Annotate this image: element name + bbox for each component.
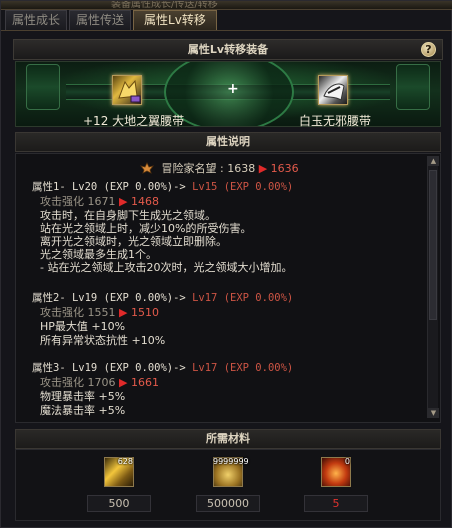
attr2-head-row: 属性2- Lv19 (EXP 0.00%)-> Lv17 (EXP 0.00%) bbox=[32, 292, 293, 305]
attr2-head: 属性2- Lv19 (EXP 0.00%)-> bbox=[32, 292, 186, 304]
attr1-head: 属性1- Lv20 (EXP 0.00%)-> bbox=[32, 181, 186, 193]
attr2-arrow-icon: ▶ bbox=[119, 306, 128, 319]
fame-to: 1636 bbox=[270, 162, 299, 175]
material-count: 500 bbox=[87, 495, 151, 512]
adventurer-fame-row: 冒险家名望 : 1638 ▶ 1636 bbox=[140, 160, 299, 176]
golden-wing-belt-icon[interactable] bbox=[112, 75, 142, 105]
attr1-stat-new: 1468 bbox=[130, 195, 159, 208]
material-badge: 0 bbox=[344, 457, 350, 466]
attr1-line: 站在光之领域上时，减少10%的所受伤害。 bbox=[40, 222, 252, 235]
window-title-strip: 装备属性成长/传送/转移 bbox=[1, 1, 452, 10]
attr3-line: 魔法暴击率 +5% bbox=[40, 404, 126, 417]
gold-crystal-icon[interactable]: 628 bbox=[104, 457, 134, 487]
fame-arrow-icon: ▶ bbox=[258, 162, 268, 175]
attr3-stat-new: 1661 bbox=[130, 376, 159, 389]
attr3-target: Lv17 (EXP 0.00%) bbox=[185, 362, 294, 374]
scroll-down-icon[interactable]: ▼ bbox=[428, 408, 439, 418]
attr2-stat-new: 1510 bbox=[130, 306, 159, 319]
material-badge: 628 bbox=[117, 457, 133, 466]
attr1-stat-row: 攻击强化 1671 ▶ 1468 bbox=[40, 195, 159, 208]
attr2-stat-row: 攻击强化 1551 ▶ 1510 bbox=[40, 306, 159, 319]
attr3-stat-row: 攻击强化 1706 ▶ 1661 bbox=[40, 376, 159, 389]
materials-header: 所需材料 bbox=[15, 429, 441, 449]
fame-label: 冒险家名望 : bbox=[161, 162, 228, 175]
attribute-desc-panel: 冒险家名望 : 1638 ▶ 1636 属性1- Lv20 (EXP 0.00%… bbox=[15, 153, 441, 423]
fame-from: 1638 bbox=[227, 162, 256, 175]
help-icon[interactable]: ? bbox=[421, 42, 436, 57]
scroll-thumb[interactable] bbox=[429, 170, 437, 320]
attr1-line: 光之领域最多生成1个。 bbox=[40, 248, 157, 261]
scroll-up-icon[interactable]: ▲ bbox=[428, 156, 439, 166]
attr1-arrow-icon: ▶ bbox=[119, 195, 128, 208]
attr2-target: Lv17 (EXP 0.00%) bbox=[185, 292, 294, 304]
tab-attribute-growth[interactable]: 属性成长 bbox=[5, 10, 68, 30]
source-item-label: 大地之翼腰带 bbox=[112, 114, 185, 128]
attr1-stat-label: 攻击强化 1671 bbox=[40, 195, 116, 208]
attr3-head: 属性3- Lv19 (EXP 0.00%)-> bbox=[32, 362, 186, 374]
material-count: 5 bbox=[304, 495, 368, 512]
plus-sign: + bbox=[227, 81, 239, 97]
material-count: 500000 bbox=[196, 495, 260, 512]
attr3-arrow-icon: ▶ bbox=[119, 376, 128, 389]
attr1-line: 离开光之领域时，光之领域立即删除。 bbox=[40, 235, 227, 248]
transfer-equipment-header: 属性Lv转移装备 ? bbox=[13, 39, 443, 60]
attr2-line: HP最大值 +10% bbox=[40, 320, 126, 333]
attr1-target: Lv15 (EXP 0.00%) bbox=[185, 181, 294, 193]
attr2-line: 所有异常状态抗性 +10% bbox=[40, 334, 166, 347]
header-title: 属性Lv转移装备 bbox=[187, 43, 269, 56]
desc-scrollbar[interactable]: ▲ ▼ bbox=[427, 156, 439, 418]
attribute-transfer-window: 装备属性成长/传送/转移 属性成长 属性传送 属性Lv转移 属性Lv转移装备 ?… bbox=[0, 0, 452, 528]
tab-attribute-send[interactable]: 属性传送 bbox=[69, 10, 132, 30]
tab-attribute-lv-transfer[interactable]: 属性Lv转移 bbox=[133, 10, 217, 31]
attr1-head-row: 属性1- Lv20 (EXP 0.00%)-> Lv15 (EXP 0.00%) bbox=[32, 181, 293, 194]
attribute-desc-header: 属性说明 bbox=[15, 132, 441, 152]
white-jade-belt-icon[interactable] bbox=[318, 75, 348, 105]
attr3-head-row: 属性3- Lv19 (EXP 0.00%)-> Lv17 (EXP 0.00%) bbox=[32, 362, 293, 375]
tab-bar: 属性成长 属性传送 属性Lv转移 bbox=[5, 10, 449, 31]
attr1-line: 攻击时，在自身脚下生成光之领域。 bbox=[40, 209, 216, 222]
attr2-stat-label: 攻击强化 1551 bbox=[40, 306, 116, 319]
tab-divider bbox=[1, 30, 452, 31]
source-item-name: +12 大地之翼腰带 bbox=[83, 112, 184, 129]
attr3-line: 物理暴击率 +5% bbox=[40, 390, 126, 403]
window-title: 装备属性成长/传送/转移 bbox=[111, 1, 218, 10]
attr1-line: - 站在光之领域上攻击20次时，光之领域大小增加。 bbox=[40, 261, 293, 274]
banner-right-cap bbox=[396, 64, 430, 110]
fire-orb-icon[interactable]: 0 bbox=[321, 457, 351, 487]
target-item-name: 白玉无邪腰带 bbox=[299, 114, 372, 128]
material-badge: 9999999 bbox=[213, 457, 249, 466]
gold-coins-icon[interactable]: 9999999 bbox=[213, 457, 249, 487]
fame-icon bbox=[140, 162, 154, 174]
source-item-enhance: +12 bbox=[83, 114, 109, 128]
banner-left-cap bbox=[26, 64, 60, 110]
attr3-stat-label: 攻击强化 1706 bbox=[40, 376, 116, 389]
